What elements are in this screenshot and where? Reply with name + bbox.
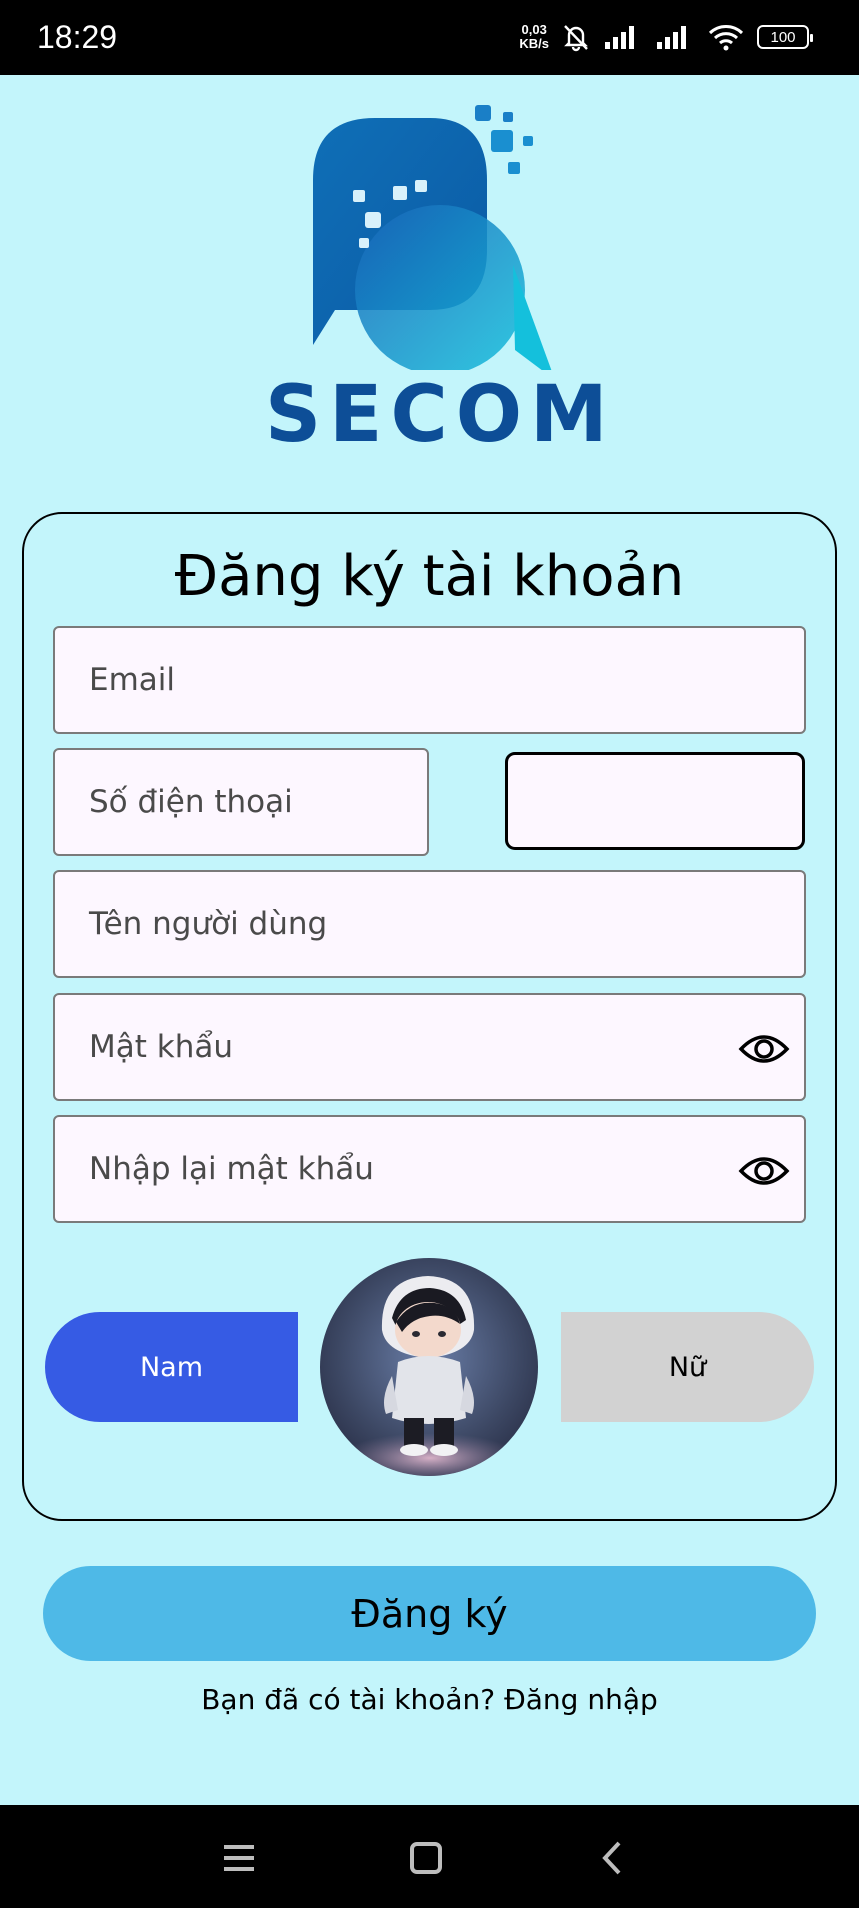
avatar[interactable] — [320, 1258, 538, 1476]
eye-icon[interactable] — [738, 1153, 790, 1189]
username-field[interactable]: Tên người dùng — [53, 870, 806, 978]
gender-female-button[interactable]: Nữ — [561, 1312, 814, 1422]
net-speed-unit: KB/s — [519, 36, 549, 51]
status-bar: 18:29 0,03 KB/s 100 — [0, 0, 859, 75]
gender-male-button[interactable]: Nam — [45, 1312, 298, 1422]
battery-indicator: 100 — [757, 25, 813, 49]
wifi-icon — [708, 25, 744, 51]
signal-icon — [605, 26, 634, 49]
back-chevron-icon[interactable] — [588, 1833, 638, 1883]
gender-female-label: Nữ — [668, 1351, 707, 1383]
password-field[interactable]: Mật khẩu — [53, 993, 806, 1101]
net-speed-value: 0,03 — [521, 22, 547, 37]
login-link[interactable]: Bạn đã có tài khoản? Đăng nhập — [0, 1683, 859, 1716]
page-title: Đăng ký tài khoản — [174, 544, 685, 609]
email-field[interactable]: Email — [53, 626, 806, 734]
confirm-password-field[interactable]: Nhập lại mật khẩu — [53, 1115, 806, 1223]
eye-icon[interactable] — [738, 1031, 790, 1067]
email-placeholder: Email — [89, 662, 176, 698]
register-button[interactable]: Đăng ký — [43, 1566, 816, 1661]
signal-icon-2 — [657, 26, 686, 49]
net-speed-indicator: 0,03 KB/s — [519, 23, 549, 51]
phone-field[interactable]: Số điện thoại — [53, 748, 429, 856]
confirm-password-placeholder: Nhập lại mật khẩu — [89, 1151, 374, 1187]
home-square-icon[interactable] — [401, 1833, 451, 1883]
register-button-label: Đăng ký — [351, 1591, 508, 1636]
logo-text: SECOM — [265, 370, 616, 460]
gender-male-label: Nam — [139, 1351, 204, 1383]
username-placeholder: Tên người dùng — [89, 906, 328, 942]
phone-placeholder: Số điện thoại — [89, 784, 293, 820]
bell-muted-icon — [564, 25, 588, 52]
country-code-field[interactable] — [505, 752, 805, 850]
menu-icon[interactable] — [214, 1833, 264, 1883]
password-placeholder: Mật khẩu — [89, 1029, 233, 1065]
status-time: 18:29 — [37, 19, 118, 55]
logo-mark-icon — [313, 105, 555, 380]
avatar-image — [320, 1258, 538, 1476]
status-icons: 0,03 KB/s 100 — [519, 22, 813, 52]
system-nav-bar — [0, 1805, 859, 1908]
app-logo: SECOM — [265, 100, 608, 460]
